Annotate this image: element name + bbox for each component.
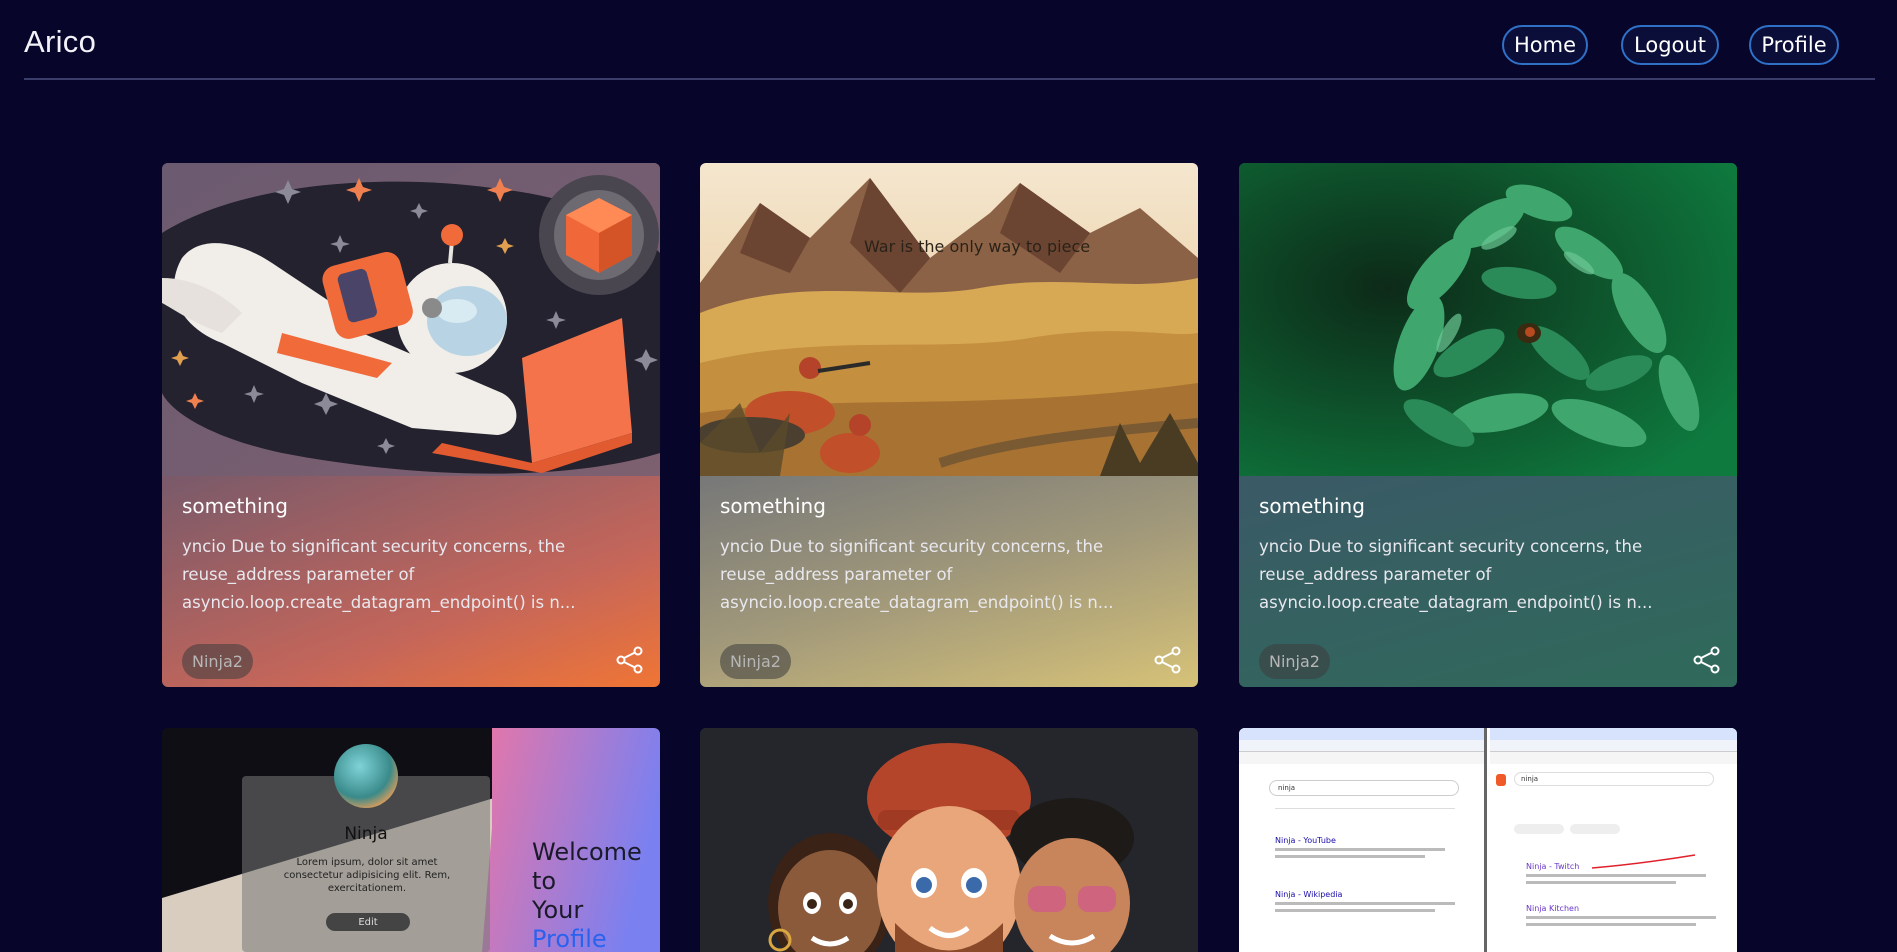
address-bar xyxy=(1239,740,1484,752)
annotation-underline-icon xyxy=(1591,854,1696,869)
bookmarks-bar xyxy=(1239,752,1484,764)
post-card[interactable]: something yncio Due to significant secur… xyxy=(1239,163,1737,687)
share-icon[interactable] xyxy=(1693,646,1721,674)
navbar: Arico Home Logout Profile xyxy=(24,0,1875,80)
post-image[interactable] xyxy=(162,163,660,476)
post-title[interactable]: something xyxy=(1259,494,1365,518)
post-description: yncio Due to significant security concer… xyxy=(720,537,1114,612)
search-box[interactable]: ninja xyxy=(1514,772,1714,786)
post-title[interactable]: something xyxy=(720,494,826,518)
post-image[interactable] xyxy=(1239,163,1737,476)
welcome-line: Welcome xyxy=(532,838,642,866)
address-bar xyxy=(1490,740,1737,752)
welcome-accent: Profile xyxy=(532,925,607,952)
browser-left: ninja Ninja - YouTube Ninja - Wikipedia xyxy=(1239,728,1487,952)
result-snippet xyxy=(1526,874,1706,877)
share-icon[interactable] xyxy=(1154,646,1182,674)
leaf-creature-icon xyxy=(1239,163,1737,476)
tab-bar xyxy=(1239,728,1484,740)
post-card[interactable]: something yncio Due to significant secur… xyxy=(162,163,660,687)
post-title[interactable]: something xyxy=(182,494,288,518)
filter-chip[interactable] xyxy=(1570,824,1620,834)
profile-button[interactable]: Profile xyxy=(1749,25,1839,65)
edit-button[interactable]: Edit xyxy=(326,913,410,931)
post-description: yncio Due to significant security concer… xyxy=(1259,537,1653,612)
result-snippet xyxy=(1275,902,1455,905)
brand-logo[interactable]: Arico xyxy=(24,24,96,60)
tab-bar xyxy=(1490,728,1737,740)
post-description: yncio Due to significant security concer… xyxy=(182,537,576,612)
welcome-line: Your xyxy=(532,896,584,924)
post-card[interactable]: ninja Ninja - YouTube Ninja - Wikipedia … xyxy=(1239,728,1737,952)
author-badge[interactable]: Ninja2 xyxy=(720,644,791,679)
image-caption: War is the only way to piece xyxy=(864,237,1091,256)
result-snippet xyxy=(1526,916,1716,919)
result-snippet xyxy=(1526,881,1676,884)
memoji-group-icon xyxy=(700,728,1198,952)
brave-logo-icon xyxy=(1496,774,1506,786)
result-snippet xyxy=(1526,923,1696,926)
welcome-line: to xyxy=(532,867,557,895)
search-result-link[interactable]: Ninja - YouTube xyxy=(1275,836,1336,845)
welcome-text: Welcome to Your Profile xyxy=(532,838,660,952)
post-card[interactable]: War is the only way to piece something y… xyxy=(700,163,1198,687)
filter-chip[interactable] xyxy=(1514,824,1564,834)
author-badge[interactable]: Ninja2 xyxy=(1259,644,1330,679)
post-card[interactable]: Ninja Lorem ipsum, dolor sit amet consec… xyxy=(162,728,660,952)
result-snippet xyxy=(1275,909,1435,912)
profile-bio: Lorem ipsum, dolor sit amet consectetur … xyxy=(283,857,451,894)
logout-button[interactable]: Logout xyxy=(1621,25,1719,65)
post-image[interactable]: War is the only way to piece xyxy=(700,163,1198,476)
author-badge[interactable]: Ninja2 xyxy=(182,644,253,679)
divider xyxy=(1275,808,1455,809)
search-result-link[interactable]: Ninja - Twitch xyxy=(1526,862,1579,871)
mountain-landscape-icon xyxy=(700,163,1198,476)
search-result-link[interactable]: Ninja - Wikipedia xyxy=(1275,890,1342,899)
search-box[interactable]: ninja xyxy=(1269,780,1459,796)
bookmarks-bar xyxy=(1490,752,1737,764)
home-button[interactable]: Home xyxy=(1502,25,1588,65)
post-card[interactable] xyxy=(700,728,1198,952)
profile-name: Ninja xyxy=(344,824,388,844)
avatar xyxy=(334,744,398,808)
astronaut-illustration-icon xyxy=(162,163,660,476)
result-snippet xyxy=(1275,855,1425,858)
browser-right: ninja Ninja - Twitch Ninja Kitchen xyxy=(1490,728,1737,952)
share-icon[interactable] xyxy=(616,646,644,674)
search-result-link[interactable]: Ninja Kitchen xyxy=(1526,904,1579,913)
result-snippet xyxy=(1275,848,1445,851)
